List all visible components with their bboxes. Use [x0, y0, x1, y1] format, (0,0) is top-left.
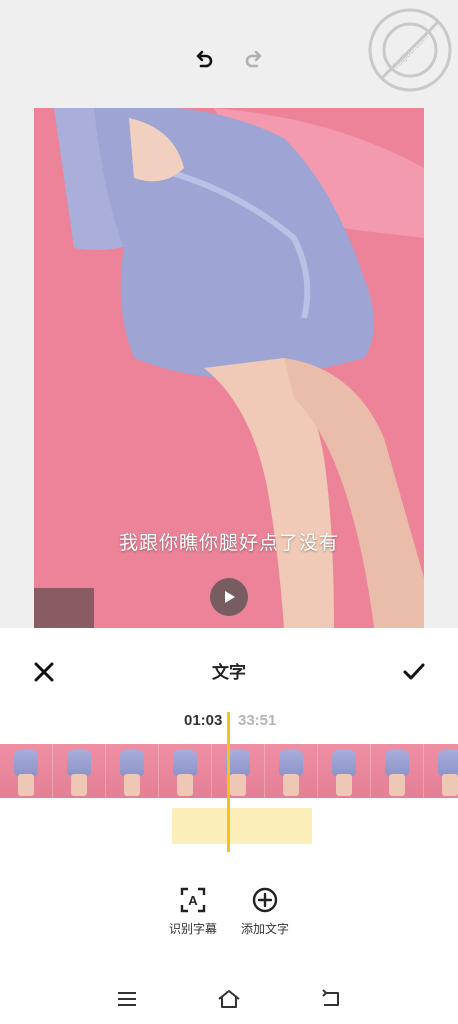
home-icon [218, 990, 240, 1008]
text-clip-track[interactable] [172, 808, 312, 844]
recent-apps-button[interactable] [112, 984, 142, 1014]
system-navigation-bar [0, 974, 458, 1024]
timeline-frame [106, 744, 159, 798]
caption-text[interactable]: 我跟你瞧你腿好点了没有 [34, 528, 424, 555]
redo-icon [245, 50, 262, 68]
add-text-label: 添加文字 [240, 922, 289, 936]
home-button[interactable] [214, 984, 244, 1014]
add-text-button[interactable]: 添加文字 [225, 886, 305, 937]
back-icon [322, 989, 339, 1006]
menu-icon [118, 992, 136, 1006]
confirm-button[interactable] [398, 656, 430, 688]
timeline-frame [0, 744, 53, 798]
add-text-icon [252, 887, 278, 913]
timeline-frame [53, 744, 106, 798]
text-edit-panel: 文字 01:03 33:51 A 识别字幕 添加文字 [0, 628, 458, 974]
play-button[interactable] [210, 578, 248, 616]
playhead[interactable] [227, 712, 230, 852]
recognize-captions-icon: A [180, 887, 206, 913]
panel-title: 文字 [212, 663, 246, 682]
recognize-captions-button[interactable]: A 识别字幕 [153, 886, 233, 937]
timeline-frame [212, 744, 265, 798]
current-time: 01:03 [184, 712, 223, 729]
video-preview-area: haijiao.com 我跟你瞧你腿好点了没有 [0, 0, 458, 628]
timeline-frame [318, 744, 371, 798]
video-frame: 我跟你瞧你腿好点了没有 [34, 108, 424, 628]
back-button[interactable] [316, 984, 346, 1014]
play-icon [225, 591, 235, 603]
undo-button[interactable] [188, 44, 220, 76]
recognize-captions-label: 识别字幕 [168, 922, 217, 936]
timeline-frame [424, 744, 458, 798]
timeline-frame [371, 744, 424, 798]
check-icon [403, 663, 425, 680]
watermark-logo: haijiao.com [364, 4, 456, 96]
undo-icon [196, 50, 213, 68]
redo-button[interactable] [238, 44, 270, 76]
watermark-text: haijiao.com [391, 31, 430, 70]
timeline-frame [159, 744, 212, 798]
svg-text:A: A [188, 893, 198, 908]
timeline-frame [265, 744, 318, 798]
total-duration: 33:51 [238, 712, 277, 729]
